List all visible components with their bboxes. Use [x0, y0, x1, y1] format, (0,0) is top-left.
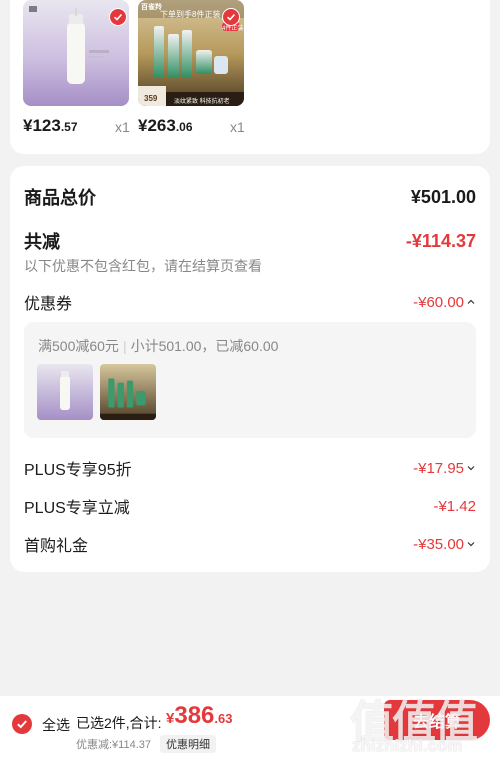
brand-logo-text: 百雀羚	[141, 4, 162, 11]
coupon-row[interactable]: 优惠券 -¥60.00	[24, 290, 476, 314]
checkmark-icon	[17, 720, 27, 729]
first-buy-value: -¥35.00	[413, 535, 464, 553]
item-2-quantity: x1	[230, 119, 245, 135]
coupon-label: 优惠券	[24, 296, 73, 313]
coupon-value-wrap: -¥60.00	[413, 294, 476, 311]
goods-total-label: 商品总价	[24, 188, 96, 208]
checkout-button[interactable]: 去结算	[384, 700, 490, 740]
cart-products-card: ¥123.57 x1 百雀羚 下单到手8件正装 4件正装 359 淡纹紧致 科技…	[10, 0, 490, 154]
select-all-checkbox[interactable]	[12, 714, 32, 734]
checkout-bar: 全选 已选2件,合计: ¥386.63 优惠减:¥114.37 优惠明细 去结算	[0, 696, 500, 764]
first-buy-label: 首购礼金	[24, 538, 89, 555]
total-discount-label: 共减	[24, 232, 60, 252]
item-1-price: ¥123.57	[23, 116, 78, 135]
first-buy-value-wrap: -¥35.00	[413, 536, 476, 553]
coupon-product-thumb-1	[37, 364, 93, 420]
plus-instant-value: -¥1.42	[433, 497, 476, 515]
chevron-up-icon[interactable]	[466, 297, 476, 307]
item-1-quantity: x1	[115, 119, 130, 135]
coupon-value: -¥60.00	[413, 293, 464, 311]
discount-note: 以下优惠不包含红包，请在结算页查看	[24, 258, 262, 274]
coupon-rule: 满500减60元	[38, 338, 119, 354]
plus-95-label: PLUS专享95折	[24, 462, 132, 479]
discount-detail-button[interactable]: 优惠明细	[160, 735, 216, 753]
chevron-down-icon[interactable]	[466, 463, 476, 473]
promo-banner-top: 下单到手8件正装	[160, 10, 221, 19]
divider: |	[122, 338, 127, 354]
selected-count: 已选2件,合计:	[76, 715, 162, 731]
plus-instant-label: PLUS专享立减	[24, 500, 130, 517]
item-2-price: ¥263.06	[138, 116, 193, 135]
plus-95-value: -¥17.95	[413, 459, 464, 477]
checkmark-icon	[226, 13, 236, 21]
coupon-rule-line: 满500减60元 | 小计501.00，已减60.00	[38, 336, 278, 356]
coupon-detail-panel: 满500减60元 | 小计501.00，已减60.00	[24, 322, 476, 438]
total-discount-row: 共减 -¥114.37	[24, 228, 476, 254]
saved-amount: 优惠减:¥114.37	[76, 739, 152, 751]
goods-total-row: 商品总价 ¥501.00	[24, 184, 476, 210]
total-discount-value: -¥114.37	[405, 230, 476, 251]
coupon-subtotal: 小计501.00，已减60.00	[130, 338, 279, 354]
chevron-down-icon[interactable]	[466, 539, 476, 549]
first-buy-row[interactable]: 首购礼金 -¥35.00	[24, 532, 476, 556]
plus-95-row[interactable]: PLUS专享95折 -¥17.95	[24, 456, 476, 480]
promo-price: 359	[144, 94, 158, 103]
item-1-checkbox[interactable]	[109, 8, 127, 26]
plus-95-value-wrap: -¥17.95	[413, 460, 476, 477]
coupon-product-thumb-2	[100, 364, 156, 420]
checkmark-icon	[113, 13, 123, 21]
price-summary-card: 商品总价 ¥501.00 共减 -¥114.37 以下优惠不包含红包，请在结算页…	[10, 166, 490, 572]
select-all-label[interactable]: 全选	[42, 715, 70, 735]
order-total: ¥386.63	[166, 702, 233, 729]
item-2-checkbox[interactable]	[222, 8, 240, 26]
goods-total-value: ¥501.00	[410, 186, 476, 207]
promo-banner-bottom: 淡纹紧致 科技抗初老	[174, 99, 230, 105]
plus-instant-row: PLUS专享立减 -¥1.42	[24, 494, 476, 518]
